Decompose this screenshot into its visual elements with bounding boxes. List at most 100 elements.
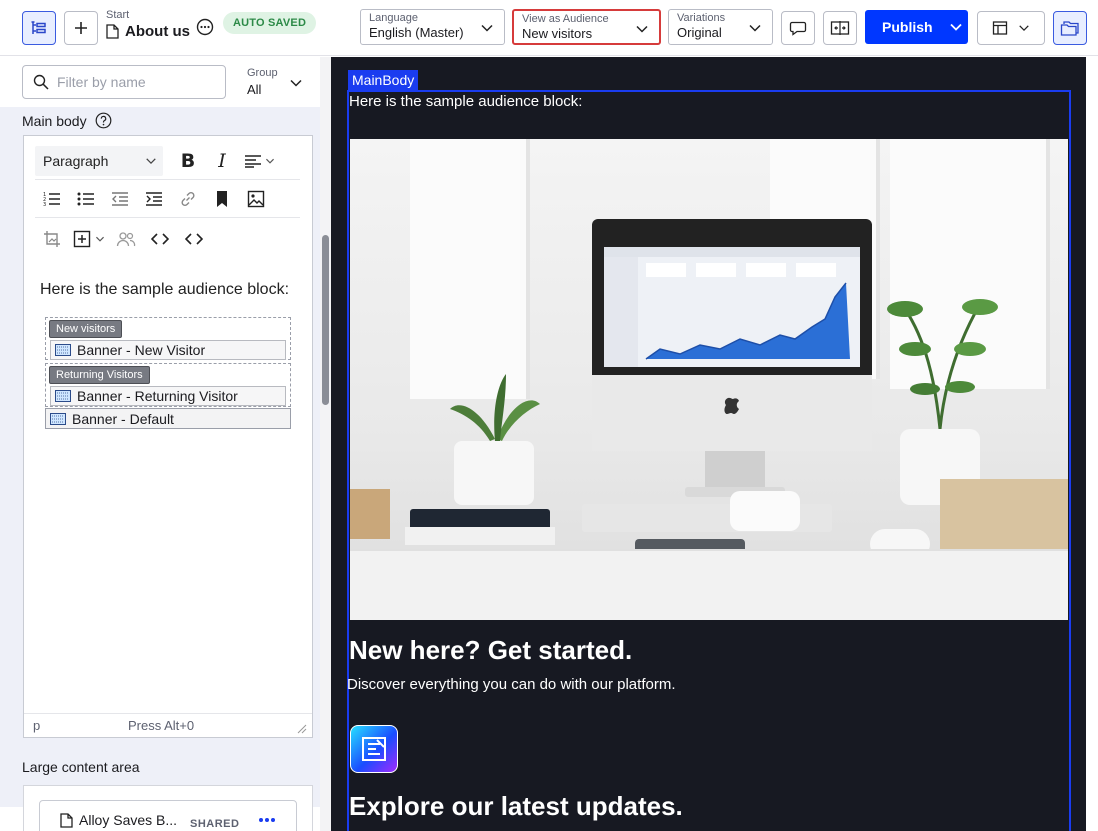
editor-content-intro[interactable]: Here is the sample audience block: xyxy=(40,281,289,299)
group-label: Group xyxy=(247,67,278,79)
panel-scrollbar[interactable] xyxy=(320,57,331,831)
insert-image-button[interactable] xyxy=(239,184,273,214)
chevron-down-icon xyxy=(265,158,274,164)
element-path[interactable]: p xyxy=(33,718,40,733)
shared-badge: SHARED xyxy=(190,818,240,830)
comments-button[interactable] xyxy=(781,11,815,45)
preview-scrollbar[interactable] xyxy=(1086,57,1098,831)
plus-icon xyxy=(75,22,87,34)
compare-icon xyxy=(830,21,850,35)
link-button[interactable] xyxy=(171,184,205,214)
page-title-text: About us xyxy=(125,23,190,40)
publish-label: Publish xyxy=(882,19,933,35)
source-code-button[interactable] xyxy=(177,224,211,254)
align-menu-button[interactable] xyxy=(239,146,279,176)
image-icon xyxy=(247,190,265,207)
preview-heading-new-here: New here? Get started. xyxy=(349,635,633,665)
desk-surface xyxy=(350,549,1068,620)
help-icon[interactable] xyxy=(95,112,112,129)
insert-block-menu-button[interactable] xyxy=(69,224,109,254)
filter-input[interactable] xyxy=(57,74,217,90)
breadcrumb: Start About us xyxy=(106,9,190,40)
assets-panel-toggle-button[interactable] xyxy=(1053,11,1087,45)
monitor-illustration xyxy=(592,219,872,497)
properties-panel: Group All Main body Paragraph B I xyxy=(0,57,331,831)
editor-status-bar: p Press Alt+0 xyxy=(24,713,312,737)
content-area-item[interactable]: Alloy Saves B... SHARED xyxy=(39,800,297,831)
outdent-button[interactable] xyxy=(103,184,137,214)
italic-button[interactable]: I xyxy=(205,146,239,176)
top-toolbar: Start About us AUTO SAVED Language Engli… xyxy=(0,0,1098,56)
main-body-area-tag[interactable]: MainBody xyxy=(348,70,419,90)
filter-box xyxy=(22,65,226,99)
more-horizontal-icon[interactable] xyxy=(258,817,276,823)
italic-icon: I xyxy=(218,149,226,172)
compare-view-button[interactable] xyxy=(823,11,857,45)
block-label: Banner - New Visitor xyxy=(77,342,206,358)
audience-tag-returning-visitors: Returning Visitors xyxy=(49,366,150,384)
language-value: English (Master) xyxy=(369,25,464,40)
preview-intro-text: Here is the sample audience block: xyxy=(349,93,583,110)
publish-button[interactable]: Publish xyxy=(865,10,968,44)
bold-button[interactable]: B xyxy=(171,146,205,176)
code-icon xyxy=(151,233,169,245)
editor-toolbar-row-2: 1 2 3 xyxy=(35,180,300,218)
chevron-down-icon xyxy=(749,24,761,32)
crop-image-icon xyxy=(44,231,60,247)
numbered-list-icon: 1 2 3 xyxy=(43,192,60,207)
hero-image xyxy=(350,139,1068,620)
paragraph-format-select[interactable]: Paragraph xyxy=(35,145,163,176)
layout-switch-button[interactable] xyxy=(977,11,1045,45)
group-value: All xyxy=(247,82,262,97)
main-body-heading: Main body xyxy=(22,112,112,129)
language-dropdown[interactable]: Language English (Master) xyxy=(360,9,505,45)
main-body-label: Main body xyxy=(22,112,87,129)
chevron-down-icon xyxy=(481,24,493,32)
indent-button[interactable] xyxy=(137,184,171,214)
chevron-down-icon xyxy=(96,236,104,242)
bullet-list-button[interactable] xyxy=(69,184,103,214)
group-dropdown[interactable]: Group All xyxy=(247,67,302,97)
page-options-button[interactable] xyxy=(196,18,214,36)
svg-text:3: 3 xyxy=(43,202,46,207)
block-banner-default[interactable]: Banner - Default xyxy=(45,408,291,429)
numbered-list-button[interactable]: 1 2 3 xyxy=(35,184,69,214)
page-icon xyxy=(60,812,73,828)
breadcrumb-parent[interactable]: Start xyxy=(106,9,190,21)
search-icon xyxy=(33,74,49,90)
panel-scrollbar-thumb[interactable] xyxy=(322,235,329,405)
autosave-badge: AUTO SAVED xyxy=(223,12,317,34)
paragraph-format-value: Paragraph xyxy=(43,152,109,169)
variations-dropdown[interactable]: Variations Original xyxy=(668,9,773,45)
block-label: Banner - Returning Visitor xyxy=(77,388,238,404)
code-view-button[interactable] xyxy=(143,224,177,254)
block-banner-returning-visitor[interactable]: Banner - Returning Visitor xyxy=(50,386,286,406)
audience-group-new-visitors[interactable]: New visitors Banner - New Visitor xyxy=(45,317,291,360)
align-left-icon xyxy=(244,154,261,168)
outdent-icon xyxy=(112,191,128,206)
anchor-button[interactable] xyxy=(205,184,239,214)
product-logo xyxy=(350,725,398,773)
block-banner-new-visitor[interactable]: Banner - New Visitor xyxy=(50,340,286,360)
link-icon xyxy=(181,191,195,206)
personalize-button[interactable] xyxy=(109,224,143,254)
plus-square-icon xyxy=(73,230,91,248)
more-options-icon xyxy=(196,18,214,36)
code-icon xyxy=(185,233,203,245)
view-as-audience-dropdown[interactable]: View as Audience New visitors xyxy=(512,9,661,45)
editor-toolbar-row-3 xyxy=(35,220,300,258)
audience-group-returning-visitors[interactable]: Returning Visitors Banner - Returning Vi… xyxy=(45,363,291,407)
chevron-down-icon xyxy=(636,25,648,33)
block-label: Banner - Default xyxy=(72,410,174,427)
navigation-tree-toggle-button[interactable] xyxy=(22,11,56,45)
layout-icon xyxy=(992,21,1008,35)
chevron-down-icon xyxy=(146,157,156,164)
comment-icon xyxy=(789,21,807,36)
on-page-preview: MainBody Here is the sample audience blo… xyxy=(331,57,1086,831)
resize-handle-icon[interactable] xyxy=(297,724,307,734)
image-edit-button[interactable] xyxy=(35,224,69,254)
bullet-list-icon xyxy=(77,192,94,205)
block-icon xyxy=(55,390,71,402)
add-content-button[interactable] xyxy=(64,11,98,45)
language-label: Language xyxy=(369,12,418,24)
